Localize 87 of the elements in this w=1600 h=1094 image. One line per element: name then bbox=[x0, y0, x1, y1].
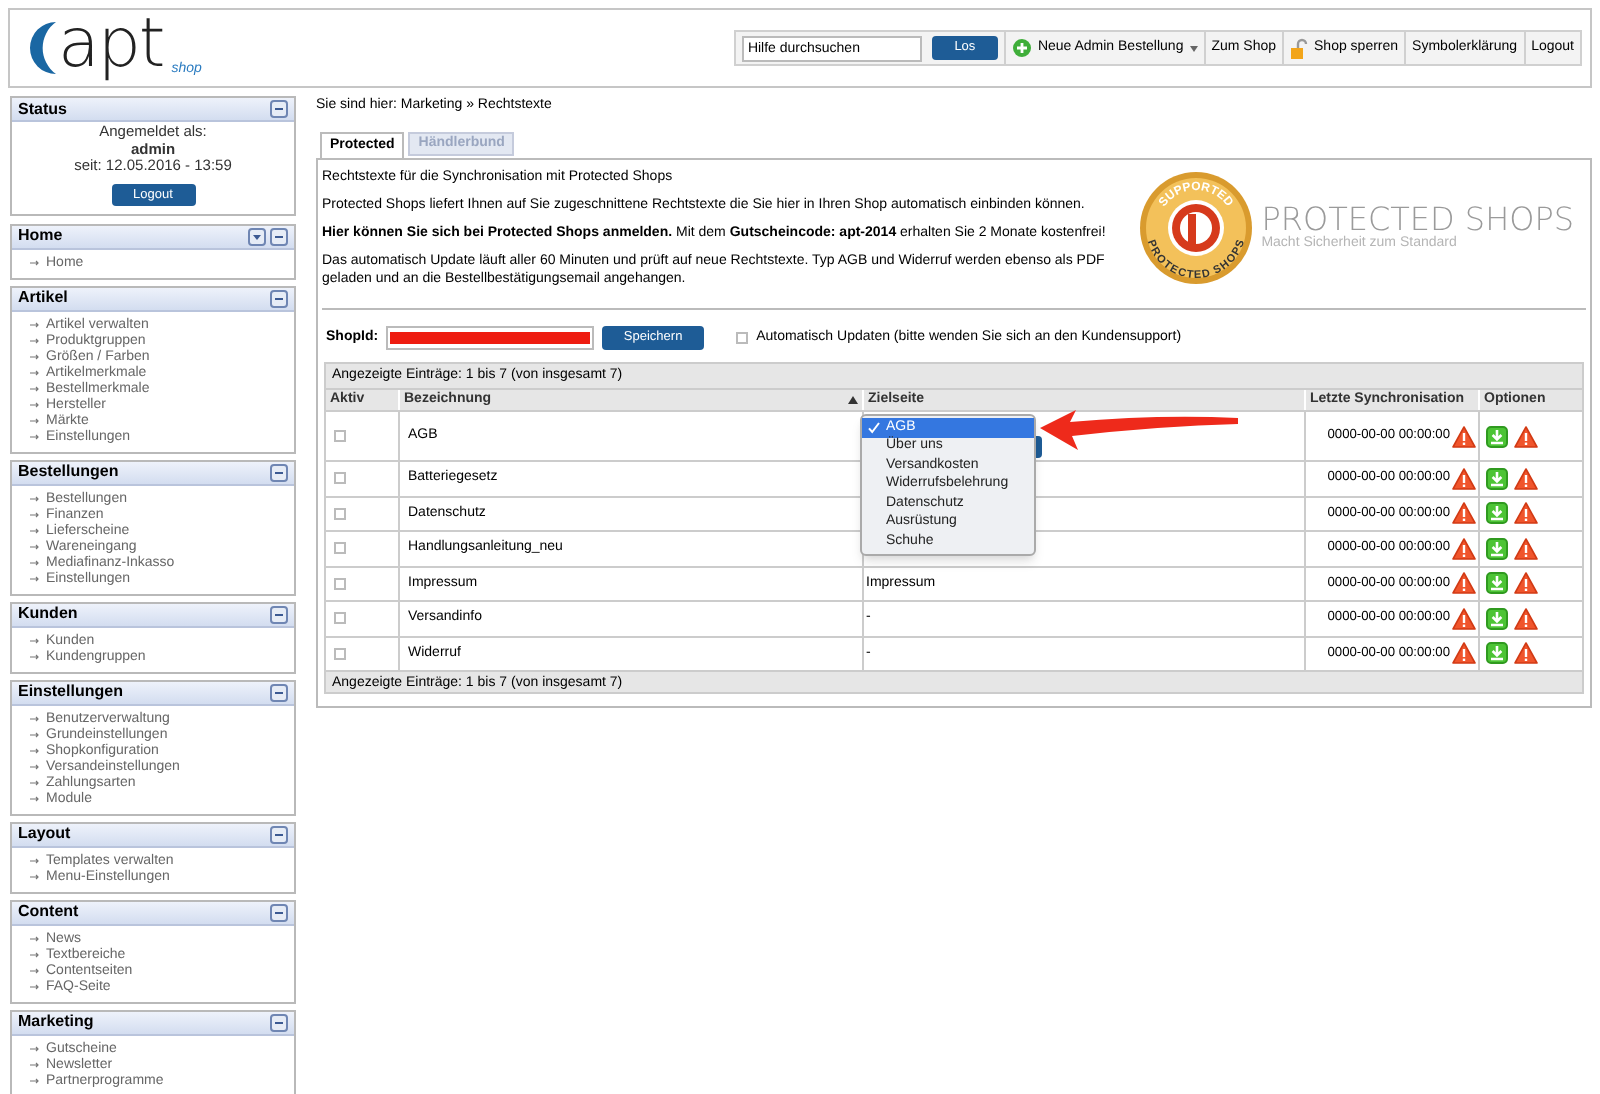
warning-icon[interactable] bbox=[1514, 425, 1538, 447]
arrow-icon bbox=[30, 984, 40, 990]
warning-icon[interactable] bbox=[1514, 502, 1538, 525]
warning-icon[interactable] bbox=[1452, 537, 1476, 560]
arrow-icon bbox=[30, 544, 40, 550]
checkbox[interactable] bbox=[334, 507, 346, 520]
download-icon[interactable] bbox=[1486, 572, 1508, 595]
collapse-icon[interactable] bbox=[270, 903, 288, 921]
arrow-icon bbox=[30, 512, 40, 518]
arrow-icon bbox=[30, 748, 40, 754]
arrow-icon bbox=[30, 858, 40, 864]
arrow-icon bbox=[30, 1062, 40, 1068]
arrow-icon bbox=[30, 576, 40, 582]
arrow-icon bbox=[30, 638, 40, 644]
warning-icon[interactable] bbox=[1452, 502, 1476, 525]
download-icon[interactable] bbox=[1486, 537, 1508, 560]
arrow-icon bbox=[30, 732, 40, 738]
arrow-icon bbox=[30, 560, 40, 566]
arrow-icon bbox=[30, 716, 40, 722]
warning-icon[interactable] bbox=[1452, 467, 1476, 490]
collapse-icon[interactable] bbox=[270, 605, 288, 623]
download-icon[interactable] bbox=[1486, 642, 1508, 665]
warning-icon[interactable] bbox=[1452, 572, 1476, 595]
warning-icon[interactable] bbox=[1514, 537, 1538, 560]
arrow-icon bbox=[30, 952, 40, 958]
arrow-icon bbox=[30, 260, 40, 266]
panel-title: Status bbox=[18, 97, 67, 121]
collapse-icon[interactable] bbox=[270, 463, 288, 481]
download-icon[interactable] bbox=[1486, 425, 1508, 447]
logo-text: apt bbox=[58, 10, 164, 78]
panel-title: Bestellungen bbox=[18, 462, 119, 482]
panel-title: Kunden bbox=[18, 604, 78, 624]
arrow-icon bbox=[30, 496, 40, 502]
checkbox[interactable] bbox=[334, 577, 346, 590]
warning-icon[interactable] bbox=[1452, 607, 1476, 630]
arrow-icon bbox=[30, 968, 40, 974]
panel-title: Content bbox=[18, 902, 79, 922]
checkbox[interactable] bbox=[334, 612, 346, 625]
warning-icon[interactable] bbox=[1514, 607, 1538, 630]
arrow-icon bbox=[30, 402, 40, 408]
warning-icon[interactable] bbox=[1514, 642, 1538, 665]
partner-name: PROTECTED SHOPS bbox=[1261, 203, 1574, 235]
collapse-icon[interactable] bbox=[270, 825, 288, 843]
shopid-input-field[interactable] bbox=[386, 326, 595, 350]
arrow-icon bbox=[30, 370, 40, 376]
checkmark-icon bbox=[868, 421, 880, 434]
collapse-icon[interactable] bbox=[270, 227, 288, 245]
arrow-icon bbox=[30, 796, 40, 802]
arrow-icon bbox=[30, 874, 40, 880]
arrow-icon bbox=[30, 322, 40, 328]
plus-circle-icon bbox=[1011, 38, 1032, 58]
arrow-icon bbox=[30, 1046, 40, 1052]
warning-icon[interactable] bbox=[1514, 572, 1538, 595]
checkbox[interactable] bbox=[736, 332, 749, 344]
arrow-icon bbox=[30, 434, 40, 440]
collapse-icon[interactable] bbox=[270, 289, 288, 307]
arrow-icon bbox=[30, 386, 40, 392]
download-icon[interactable] bbox=[1486, 467, 1508, 490]
panel-title: Einstellungen bbox=[18, 682, 123, 702]
arrow-icon bbox=[30, 354, 40, 360]
panel-title: Artikel bbox=[18, 288, 68, 308]
checkbox[interactable] bbox=[334, 472, 346, 485]
warning-icon[interactable] bbox=[1452, 425, 1476, 447]
arrow-icon bbox=[30, 1078, 40, 1084]
panel-title: Home bbox=[18, 226, 63, 246]
arrow-icon bbox=[30, 418, 40, 424]
checkbox[interactable] bbox=[334, 647, 346, 660]
caret-icon bbox=[1189, 45, 1198, 51]
arrow-icon bbox=[30, 528, 40, 534]
dropdown-icon[interactable] bbox=[248, 227, 266, 245]
panel-title: Layout bbox=[18, 824, 71, 844]
arrow-icon bbox=[30, 764, 40, 770]
arrow-icon bbox=[30, 780, 40, 786]
download-icon[interactable] bbox=[1486, 607, 1508, 630]
warning-icon[interactable] bbox=[1514, 467, 1538, 490]
arrow-icon bbox=[30, 654, 40, 660]
padlock-icon bbox=[1290, 37, 1309, 59]
collapse-icon[interactable] bbox=[270, 100, 288, 118]
collapse-icon[interactable] bbox=[270, 1013, 288, 1031]
panel-title: Marketing bbox=[18, 1012, 94, 1032]
checkbox[interactable] bbox=[334, 430, 346, 442]
collapse-icon[interactable] bbox=[270, 683, 288, 701]
warning-icon[interactable] bbox=[1452, 642, 1476, 665]
arrow-icon bbox=[30, 936, 40, 942]
checkbox[interactable] bbox=[334, 542, 346, 555]
arrow-icon bbox=[30, 338, 40, 344]
download-icon[interactable] bbox=[1486, 502, 1508, 525]
